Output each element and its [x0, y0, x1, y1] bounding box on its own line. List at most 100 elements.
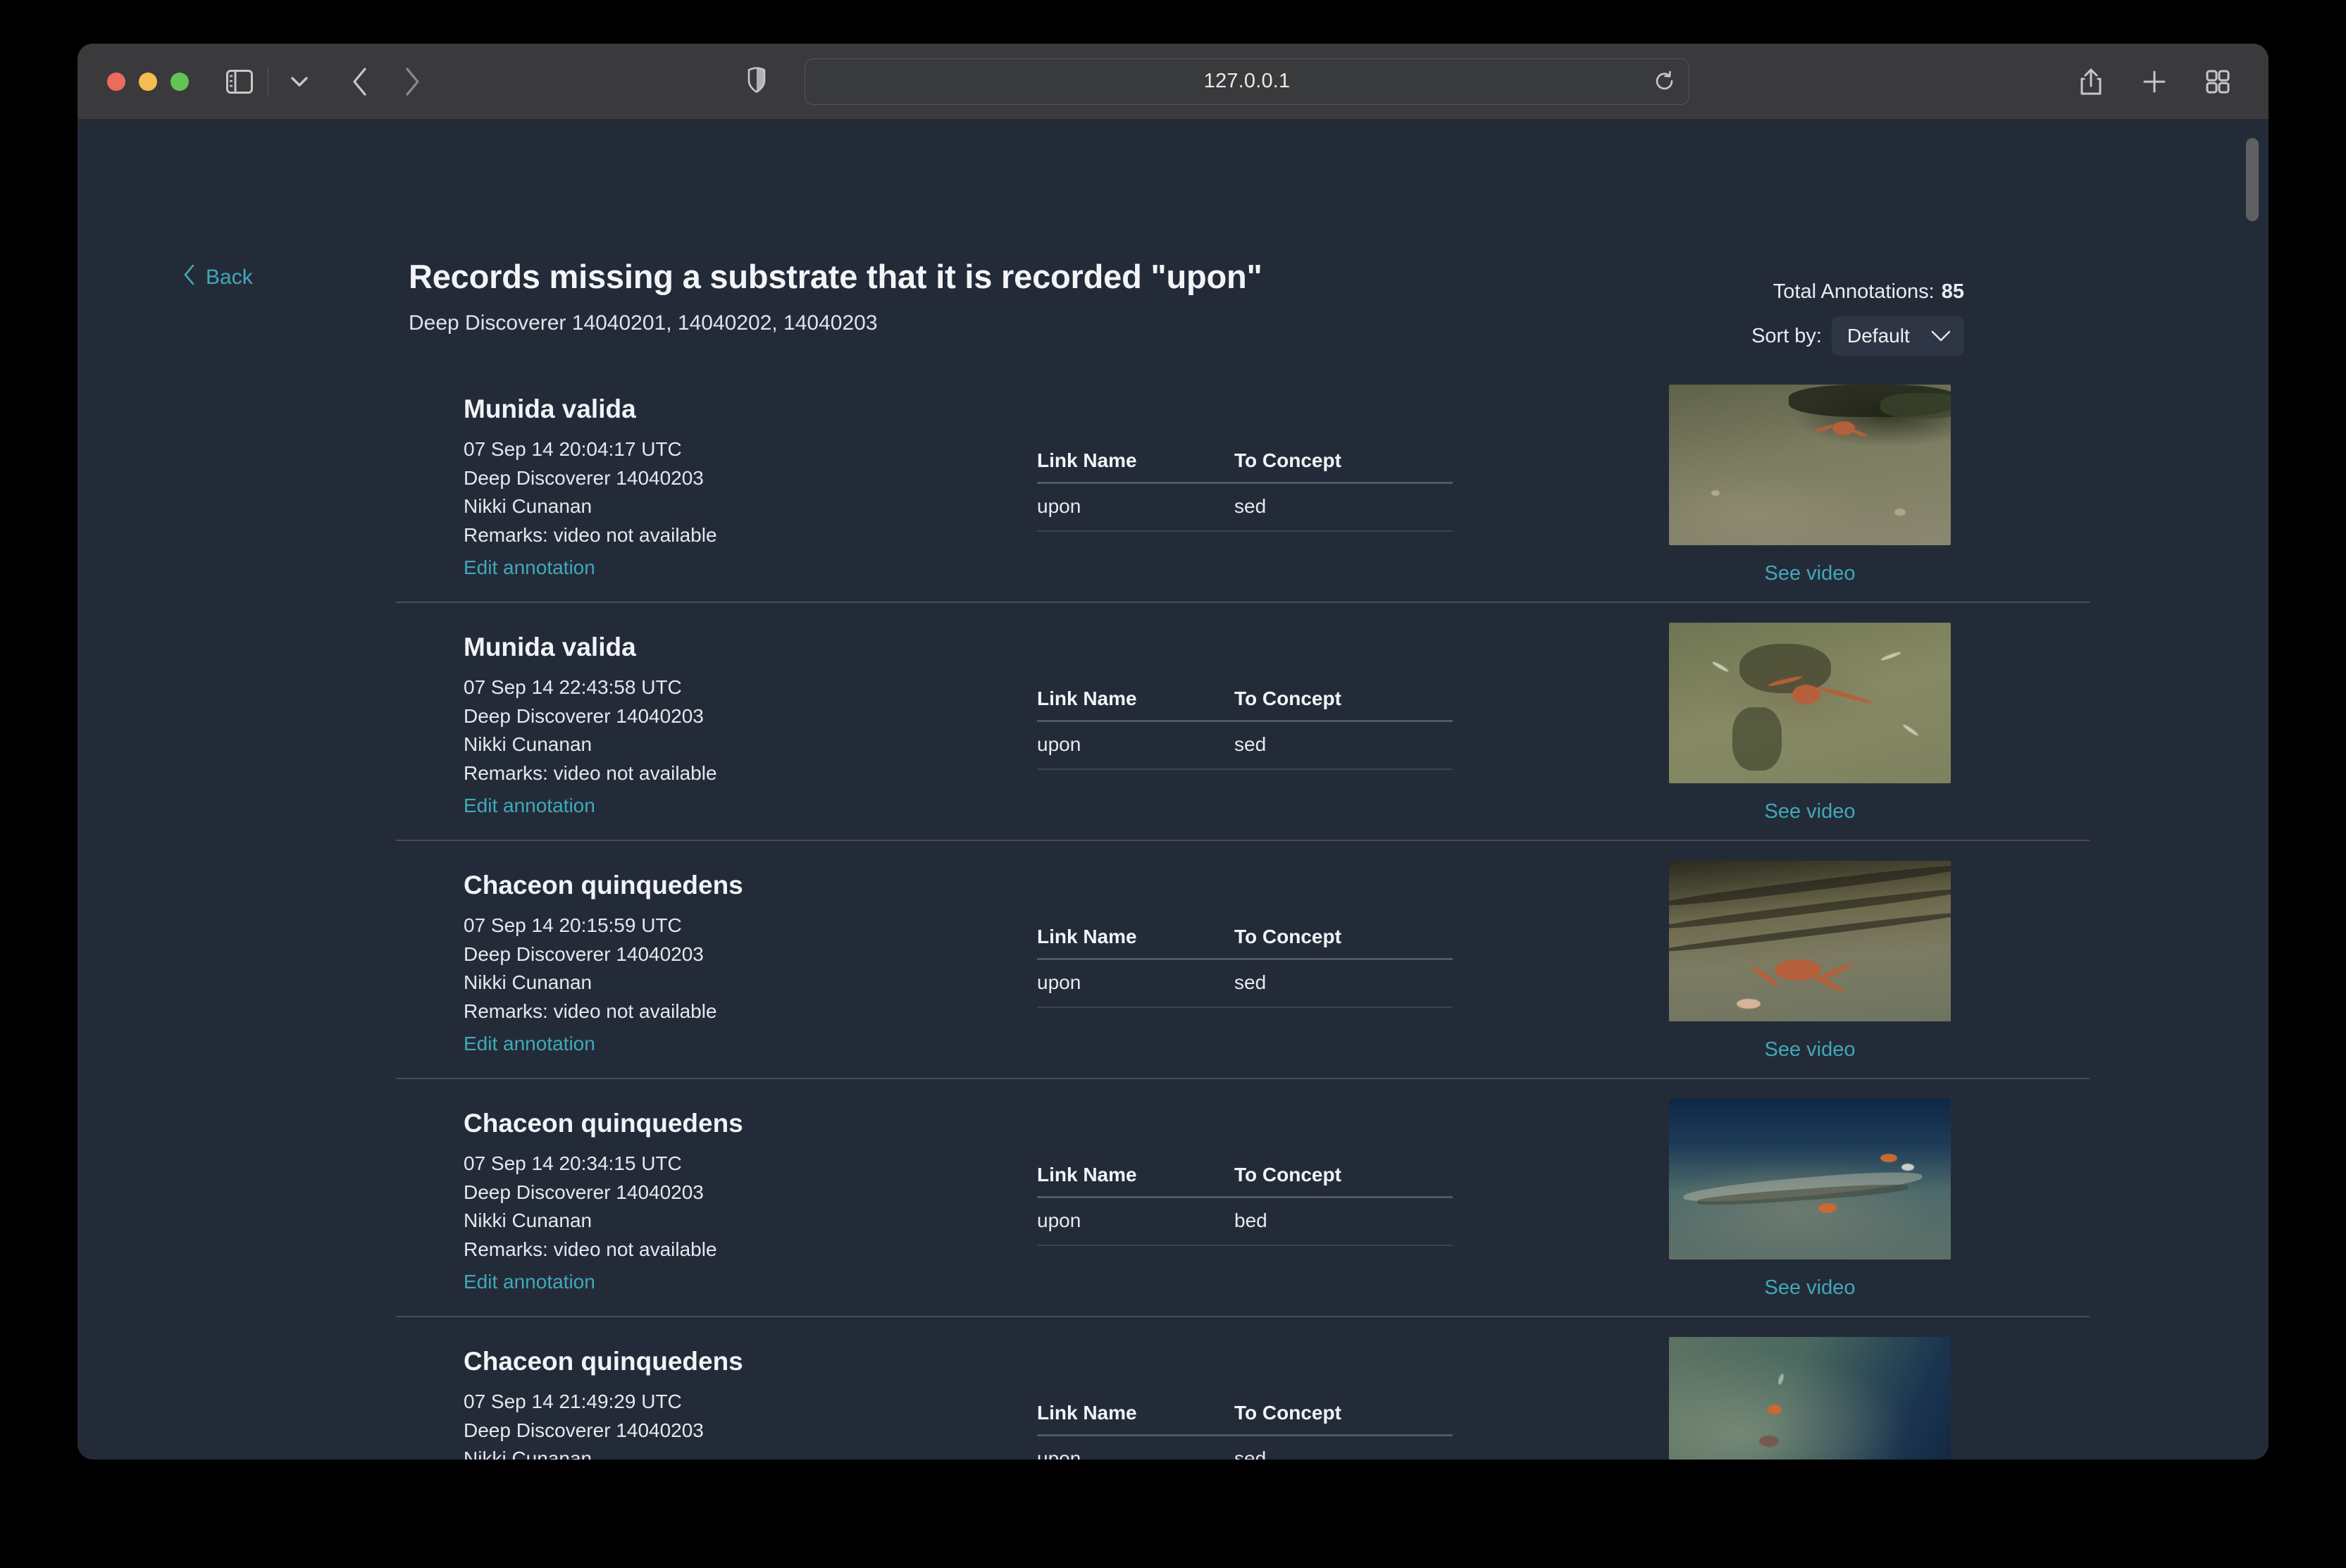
edit-annotation-link[interactable]: Edit annotation: [464, 795, 595, 817]
total-annotations-count: 85: [1942, 280, 1964, 303]
column-header-to-concept: To Concept: [1234, 687, 1453, 721]
annotation-details: Chaceon quinquedens 07 Sep 14 21:49:29 U…: [396, 1317, 1037, 1460]
reload-icon[interactable]: [1651, 68, 1679, 96]
sort-by-label: Sort by:: [1751, 325, 1822, 348]
table-row[interactable]: Chaceon quinquedens 07 Sep 14 20:15:59 U…: [396, 841, 2090, 1079]
tab-overview-icon[interactable]: [2198, 62, 2238, 101]
media-column: See video: [1530, 603, 2090, 823]
see-video-link[interactable]: See video: [1765, 800, 1856, 823]
observer: Nikki Cunanan: [464, 1445, 1037, 1460]
remarks: Remarks: video not available: [464, 1236, 1037, 1264]
column-header-to-concept: To Concept: [1234, 1402, 1453, 1436]
cell-to-concept: sed: [1234, 1436, 1453, 1460]
concept-name: Chaceon quinquedens: [464, 871, 1037, 900]
edit-annotation-link[interactable]: Edit annotation: [464, 1033, 595, 1055]
cell-link-name: upon: [1037, 721, 1234, 770]
back-link[interactable]: Back: [183, 264, 253, 291]
platform: Deep Discoverer 14040203: [464, 702, 1037, 731]
window-controls: [107, 73, 189, 91]
column-header-link-name: Link Name: [1037, 926, 1234, 959]
maximize-window-button[interactable]: [170, 73, 189, 91]
cell-link-name: upon: [1037, 1436, 1234, 1460]
table-row[interactable]: Munida valida 07 Sep 14 20:04:17 UTC Dee…: [396, 365, 2090, 603]
timestamp: 07 Sep 14 22:43:58 UTC: [464, 673, 1037, 702]
timestamp: 07 Sep 14 20:15:59 UTC: [464, 911, 1037, 940]
vertical-scrollbar[interactable]: [2252, 128, 2264, 1452]
annotation-thumbnail[interactable]: [1669, 385, 1951, 545]
page-title: Records missing a substrate that it is r…: [409, 257, 1262, 296]
annotation-details: Munida valida 07 Sep 14 22:43:58 UTC Dee…: [396, 603, 1037, 817]
association-table: Link Name To Concept upon bed: [1037, 1079, 1530, 1246]
privacy-shield-icon[interactable]: [747, 66, 767, 97]
table-row[interactable]: Chaceon quinquedens 07 Sep 14 21:49:29 U…: [396, 1317, 2090, 1460]
platform: Deep Discoverer 14040203: [464, 464, 1037, 493]
annotation-details: Munida valida 07 Sep 14 20:04:17 UTC Dee…: [396, 365, 1037, 579]
address-bar[interactable]: 127.0.0.1: [805, 58, 1689, 105]
column-header-to-concept: To Concept: [1234, 1164, 1453, 1197]
cell-to-concept: sed: [1234, 959, 1453, 1008]
sort-by-select[interactable]: Default: [1832, 316, 1964, 356]
remarks: Remarks: video not available: [464, 997, 1037, 1026]
media-column: See video: [1530, 365, 2090, 585]
chevron-down-icon: [1930, 325, 1951, 347]
close-window-button[interactable]: [107, 73, 125, 91]
total-annotations-label: Total Annotations:: [1773, 280, 1935, 303]
sort-by-value: Default: [1847, 325, 1910, 347]
observer: Nikki Cunanan: [464, 969, 1037, 997]
concept-name: Chaceon quinquedens: [464, 1347, 1037, 1376]
edit-annotation-link[interactable]: Edit annotation: [464, 1271, 595, 1293]
see-video-link[interactable]: See video: [1765, 562, 1856, 585]
column-header-to-concept: To Concept: [1234, 449, 1453, 483]
cell-to-concept: sed: [1234, 483, 1453, 532]
see-video-link[interactable]: See video: [1765, 1038, 1856, 1062]
share-icon[interactable]: [2071, 62, 2111, 101]
annotation-thumbnail[interactable]: [1669, 1099, 1951, 1259]
annotation-thumbnail[interactable]: [1669, 861, 1951, 1021]
total-annotations: Total Annotations: 85: [1751, 280, 1964, 304]
annotation-thumbnail[interactable]: [1669, 623, 1951, 783]
edit-annotation-link[interactable]: Edit annotation: [464, 556, 595, 579]
chevron-left-icon: [183, 264, 196, 291]
platform: Deep Discoverer 14040203: [464, 940, 1037, 969]
association-table: Link Name To Concept upon sed: [1037, 603, 1530, 770]
concept-name: Munida valida: [464, 394, 1037, 424]
concept-name: Chaceon quinquedens: [464, 1109, 1037, 1138]
annotation-list: Munida valida 07 Sep 14 20:04:17 UTC Dee…: [396, 365, 2090, 1460]
sidebar-icon[interactable]: [220, 62, 259, 101]
remarks: Remarks: video not available: [464, 759, 1037, 788]
nav-back-button[interactable]: [340, 62, 380, 101]
minimize-window-button[interactable]: [139, 73, 157, 91]
plus-icon[interactable]: [2135, 62, 2174, 101]
column-header-link-name: Link Name: [1037, 1402, 1234, 1436]
annotation-thumbnail[interactable]: [1669, 1337, 1951, 1460]
timestamp: 07 Sep 14 21:49:29 UTC: [464, 1388, 1037, 1417]
media-column: See video: [1530, 1317, 2090, 1460]
cell-link-name: upon: [1037, 483, 1234, 532]
platform: Deep Discoverer 14040203: [464, 1178, 1037, 1207]
page-header: Records missing a substrate that it is r…: [409, 257, 1262, 335]
observer: Nikki Cunanan: [464, 492, 1037, 521]
sort-control: Sort by: Default: [1751, 316, 1964, 356]
page-subtitle: Deep Discoverer 14040201, 14040202, 1404…: [409, 311, 1262, 335]
browser-toolbar: 127.0.0.1: [77, 44, 2269, 120]
chevron-down-icon[interactable]: [280, 62, 319, 101]
cell-link-name: upon: [1037, 959, 1234, 1008]
association-table: Link Name To Concept upon sed: [1037, 365, 1530, 532]
browser-window: 127.0.0.1: [77, 44, 2269, 1460]
observer: Nikki Cunanan: [464, 730, 1037, 759]
cell-to-concept: bed: [1234, 1197, 1453, 1246]
table-row[interactable]: Chaceon quinquedens 07 Sep 14 20:34:15 U…: [396, 1079, 2090, 1317]
timestamp: 07 Sep 14 20:04:17 UTC: [464, 435, 1037, 464]
see-video-link[interactable]: See video: [1765, 1276, 1856, 1300]
scrollbar-thumb[interactable]: [2246, 138, 2259, 221]
header-controls: Total Annotations: 85 Sort by: Default: [1751, 280, 1964, 356]
cell-link-name: upon: [1037, 1197, 1234, 1246]
column-header-link-name: Link Name: [1037, 449, 1234, 483]
back-link-label: Back: [206, 266, 253, 290]
nav-forward-button[interactable]: [392, 62, 432, 101]
association-table: Link Name To Concept upon sed: [1037, 1317, 1530, 1460]
platform: Deep Discoverer 14040203: [464, 1417, 1037, 1445]
toolbar-right-actions: [2071, 62, 2238, 101]
association-table: Link Name To Concept upon sed: [1037, 841, 1530, 1008]
table-row[interactable]: Munida valida 07 Sep 14 22:43:58 UTC Dee…: [396, 603, 2090, 841]
